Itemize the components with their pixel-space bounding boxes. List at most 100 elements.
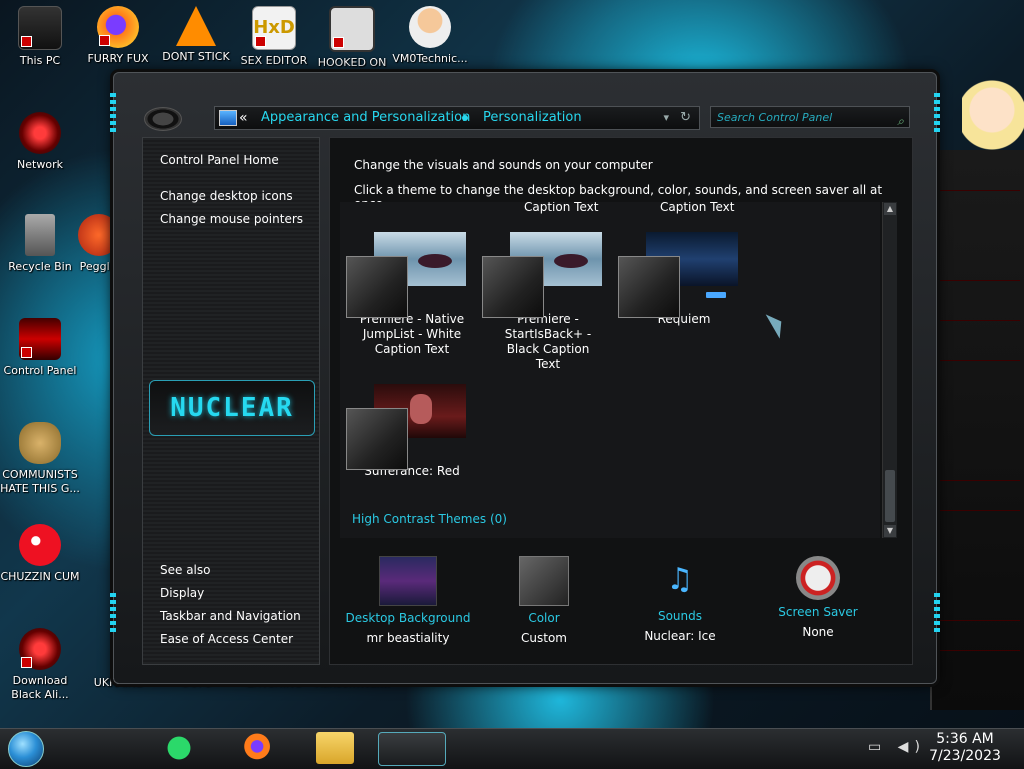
high-contrast-themes-group[interactable]: High Contrast Themes (0): [352, 512, 507, 526]
firefox-icon: [97, 6, 139, 48]
cartoon-character-decoration: [962, 70, 1024, 190]
control-panel-icon: [19, 318, 61, 360]
system-tray: ▭ ◀) 5:36 AM 7/23/2023: [838, 729, 1018, 769]
desktop-icon-furry-fux[interactable]: FURRY FUX: [78, 6, 158, 66]
desktop-icon-label: DONT STICK: [162, 50, 230, 63]
computer-icon: [219, 110, 237, 126]
navigation-back-button[interactable]: [144, 107, 182, 131]
desktop-icon-label: COMMUNISTS HATE THIS G...: [0, 468, 80, 495]
color-value: Custom: [521, 631, 567, 645]
color-swatch-icon: [519, 556, 569, 606]
desktop-background-value: mr beastiality: [366, 631, 450, 645]
desktop-icon-vm0technic[interactable]: VM0Technic...: [390, 6, 470, 66]
see-also-heading: See also: [160, 563, 211, 577]
sounds-button[interactable]: ♫ Sounds Nuclear: Ice: [612, 556, 748, 646]
desktop-icon-label: HOOKED ON: [317, 56, 387, 69]
desktop-icon-dont-stick[interactable]: DONT STICK: [156, 6, 236, 64]
sounds-label: Sounds: [657, 609, 703, 623]
content-pane: Change the visuals and sounds on your co…: [329, 137, 913, 665]
recycle-bin-icon: [25, 214, 55, 256]
chevron-down-icon[interactable]: ▾: [663, 107, 669, 129]
breadcrumb-personalization[interactable]: Personalization: [483, 107, 582, 129]
clock[interactable]: 5:36 AM 7/23/2023: [920, 731, 1010, 765]
scroll-up-button[interactable]: ▲: [884, 203, 896, 215]
theme-list: Caption Text Caption Text Premiere - Nat…: [340, 202, 880, 538]
desktop-icon-label: FURRY FUX: [87, 52, 149, 65]
color-button[interactable]: Color Custom: [476, 556, 612, 648]
desktop-icon-peggle[interactable]: Peggle: [78, 214, 118, 274]
taskbar-control-panel-active[interactable]: [378, 732, 446, 766]
nuclear-banner-logo: NUCLEAR: [149, 380, 315, 436]
theme-item-sufferance-red[interactable]: Sufferance: Red: [344, 368, 480, 479]
chuzzle-icon: [19, 524, 61, 566]
desktop-icon-hooked-on[interactable]: HOOKED ON: [312, 6, 392, 70]
screen-saver-label: Screen Saver: [778, 605, 858, 619]
desktop-icon-communists[interactable]: COMMUNISTS HATE THIS G...: [0, 422, 80, 496]
breadcrumb-overflow-button[interactable]: «: [239, 107, 248, 129]
desktop-icon-label: CHUZZIN CUM: [0, 570, 80, 583]
taskbar-file-explorer[interactable]: [316, 732, 354, 764]
desktop-icon-sex-editor[interactable]: HxD SEX EDITOR: [234, 6, 314, 68]
vlc-cone-icon: [176, 6, 216, 46]
desktop-icon-recycle-bin[interactable]: Recycle Bin: [0, 214, 80, 274]
address-bar[interactable]: « Appearance and Personalization Persona…: [214, 106, 700, 130]
theme-name: Premiere - StartIsBack+ - Black Caption …: [504, 312, 592, 371]
desktop-icon-label: SEX EDITOR: [240, 54, 308, 67]
desktop-icon-network[interactable]: Network: [0, 112, 80, 172]
system-monitor-widget: [930, 150, 1024, 710]
computer-icon: [18, 6, 62, 50]
page-heading: Change the visuals and sounds on your co…: [354, 158, 653, 172]
wallpaper-thumbnail-icon: [379, 556, 437, 606]
personalization-window[interactable]: « Appearance and Personalization Persona…: [110, 72, 940, 684]
start-button[interactable]: [8, 731, 44, 767]
network-tray-icon[interactable]: ▭ ◀): [868, 739, 926, 756]
taskbar-firefox[interactable]: [240, 732, 278, 764]
desktop-icon-control-panel[interactable]: Control Panel: [0, 318, 80, 378]
theme-preview: [344, 216, 480, 318]
sidebar-link-taskbar-and-navigation[interactable]: Taskbar and Navigation: [160, 609, 301, 623]
scroll-thumb[interactable]: [885, 470, 895, 522]
theme-item-requiem[interactable]: Requiem: [616, 216, 752, 327]
refresh-icon[interactable]: ↻: [680, 107, 691, 129]
theme-caption-partial: Caption Text: [524, 202, 599, 214]
theme-preview: [480, 216, 616, 318]
peggle-icon: [78, 214, 118, 256]
taskbar: ▭ ◀) 5:36 AM 7/23/2023: [0, 728, 1024, 769]
desktop-background-button[interactable]: Desktop Background mr beastiality: [340, 556, 476, 648]
sidebar-link-ease-of-access-center[interactable]: Ease of Access Center: [160, 632, 293, 646]
sidebar-link-control-panel-home[interactable]: Control Panel Home: [160, 153, 279, 167]
sidebar-link-change-mouse-pointers[interactable]: Change mouse pointers: [160, 212, 303, 226]
breadcrumb-appearance-and-personalization[interactable]: Appearance and Personalization: [261, 107, 470, 129]
desktop-icon-chuzzin-cum[interactable]: CHUZZIN CUM: [0, 524, 80, 584]
desktop-icon-label: Peggle: [79, 260, 117, 273]
theme-item-premiere-native[interactable]: Premiere - Native JumpList - White Capti…: [344, 216, 480, 357]
theme-preview: [344, 368, 480, 470]
network-globe-icon: [19, 112, 61, 154]
sidebar: Control Panel Home Change desktop icons …: [142, 137, 320, 665]
search-input[interactable]: Search Control Panel ⌕: [710, 106, 910, 128]
search-icon[interactable]: ⌕: [897, 110, 904, 132]
sounds-value: Nuclear: Ice: [644, 629, 716, 643]
maze-icon: [329, 6, 375, 52]
clock-time: 5:36 AM: [936, 731, 994, 747]
theme-settings-bar: Desktop Background mr beastiality Color …: [340, 548, 900, 658]
no-screensaver-icon: [796, 556, 840, 600]
mouse-cursor-icon: [765, 309, 789, 339]
taskbar-pinned-app[interactable]: [160, 732, 198, 764]
clock-date: 7/23/2023: [929, 748, 1001, 764]
desktop-icon-label: Recycle Bin: [8, 260, 72, 273]
theme-item-premiere-startisback[interactable]: Premiere - StartIsBack+ - Black Caption …: [480, 216, 616, 372]
desktop-icon-label: Control Panel: [3, 364, 77, 377]
theme-preview: [616, 216, 752, 318]
scroll-down-button[interactable]: ▼: [884, 525, 896, 537]
sidebar-link-change-desktop-icons[interactable]: Change desktop icons: [160, 189, 293, 203]
desktop-icon-download-black-ali[interactable]: Download Black Ali...: [0, 628, 80, 702]
doctor-avatar-icon: [409, 6, 451, 48]
desktop-icon-label: Download Black Ali...: [11, 674, 69, 701]
red-globe-icon: [19, 628, 61, 670]
theme-list-scrollbar[interactable]: ▲ ▼: [882, 202, 897, 538]
screen-saver-button[interactable]: Screen Saver None: [750, 556, 886, 642]
search-placeholder: Search Control Panel: [717, 111, 833, 124]
desktop-icon-this-pc[interactable]: This PC: [0, 6, 80, 68]
sidebar-link-display[interactable]: Display: [160, 586, 204, 600]
